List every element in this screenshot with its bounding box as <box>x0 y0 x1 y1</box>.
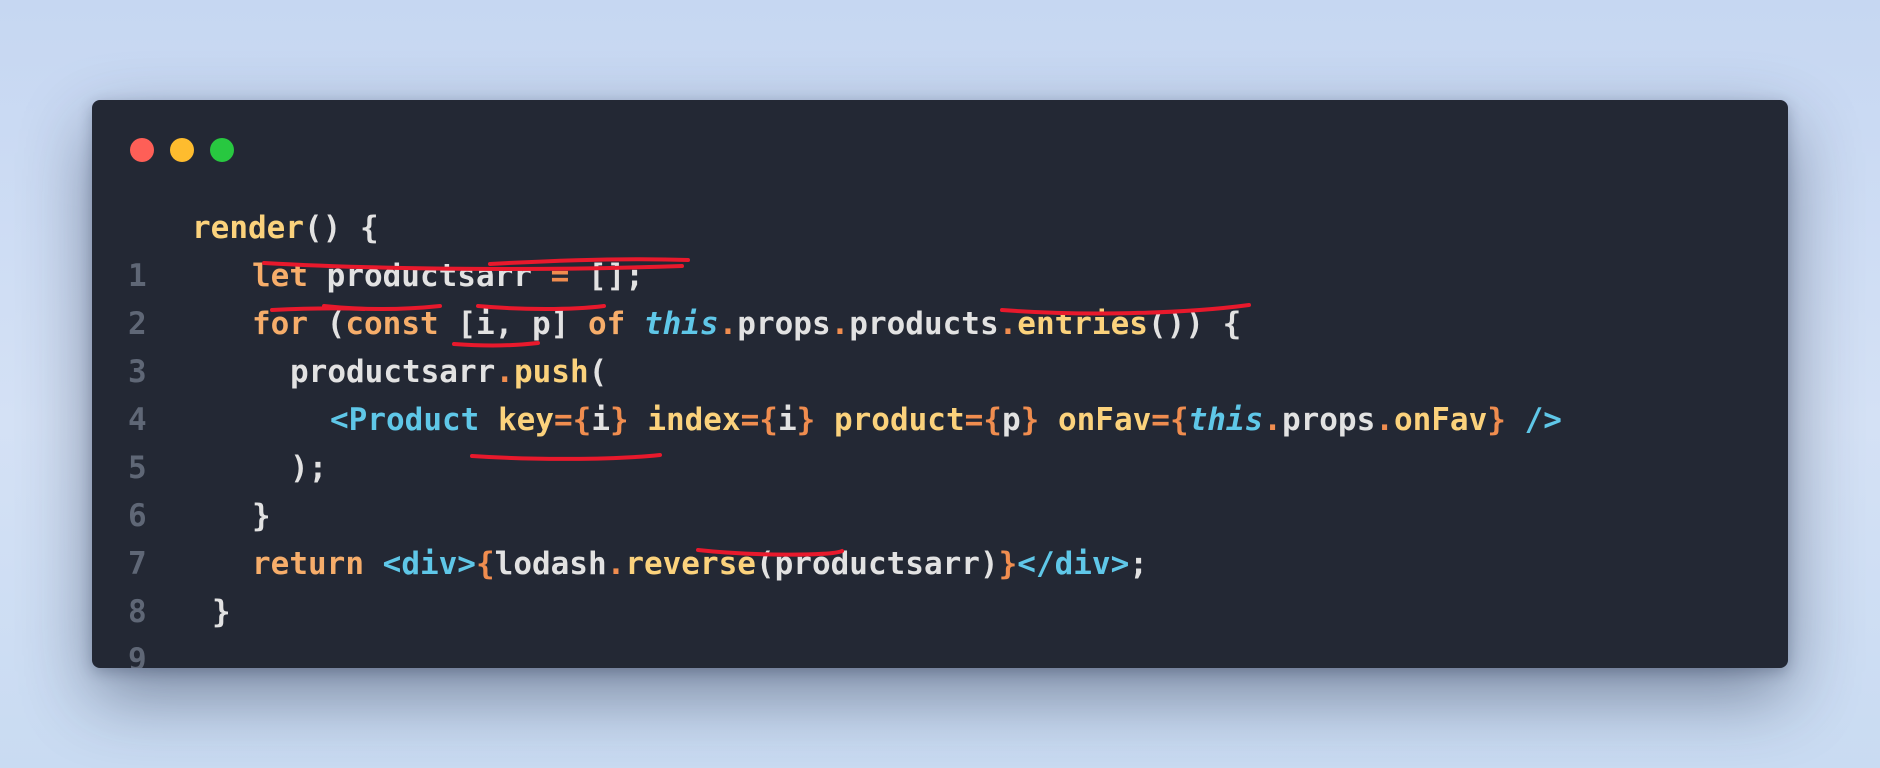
code-window: 1 render() { 2 let productsarr = []; 3 f… <box>92 100 1788 668</box>
code-token: push <box>513 354 589 390</box>
code-token: } <box>609 402 648 438</box>
code-token: p <box>1001 402 1021 438</box>
code-token: } <box>998 546 1018 582</box>
code-line: 2 let productsarr = []; <box>92 252 1788 342</box>
code-token: const <box>345 306 458 342</box>
code-token: onFav <box>1057 402 1152 438</box>
code-token: productsarr <box>326 258 551 294</box>
code-token: reverse <box>625 546 756 582</box>
maximize-dot-icon[interactable] <box>210 138 234 162</box>
code-token: } <box>796 402 834 438</box>
code-token: this <box>643 306 719 342</box>
line-content: let productsarr = []; <box>252 252 644 300</box>
code-line: 1 render() { <box>92 204 1788 294</box>
code-token: product <box>833 402 965 438</box>
code-token: ()) { <box>1147 306 1242 342</box>
code-token: } <box>252 498 271 534</box>
code-token: i <box>777 402 797 438</box>
code-token: render <box>192 210 304 246</box>
code-block: 1 render() { 2 let productsarr = []; 3 f… <box>92 204 1788 668</box>
line-content: ); <box>290 444 327 492</box>
code-token: []; <box>587 258 644 294</box>
code-token: () { <box>303 210 379 246</box>
code-token: } <box>212 594 231 630</box>
code-token: products <box>849 306 999 342</box>
line-content: for (const [i, p] of this.props.products… <box>252 300 1241 348</box>
code-line: 3 for (const [i, p] of this.props.produc… <box>92 300 1788 390</box>
code-token: . <box>1375 402 1394 438</box>
code-token: return <box>252 546 383 582</box>
code-token: . <box>718 306 738 342</box>
code-line: 9 } <box>92 588 1788 668</box>
code-token: . <box>830 306 850 342</box>
code-token: props <box>737 306 831 342</box>
code-token: (productsarr) <box>755 546 999 582</box>
code-line: 6 ); <box>92 444 1788 534</box>
code-token: productsarr <box>290 354 496 390</box>
code-token: onFav <box>1393 402 1488 438</box>
code-token: <div> <box>382 546 476 582</box>
code-token: entries <box>1017 306 1148 342</box>
line-content: return <div>{lodash.reverse(productsarr)… <box>252 540 1148 588</box>
code-line: 7 } <box>92 492 1788 582</box>
code-line: 8 return <div>{lodash.reverse(productsar… <box>92 540 1788 630</box>
code-token: } <box>1487 402 1525 438</box>
line-content: render() { <box>192 204 379 252</box>
code-token: lodash <box>494 546 607 582</box>
close-dot-icon[interactable] <box>130 138 154 162</box>
code-token: key <box>497 402 554 438</box>
code-token: . <box>998 306 1018 342</box>
line-content: } <box>252 492 271 540</box>
code-token: ); <box>290 450 328 486</box>
line-number: 9 <box>128 642 147 668</box>
code-token: ( <box>326 306 346 342</box>
code-token: props <box>1281 402 1376 438</box>
code-token: this <box>1188 402 1264 438</box>
code-token: . <box>606 546 626 582</box>
code-token: ; <box>1129 546 1148 582</box>
code-token: ={ <box>964 402 1002 438</box>
code-token: . <box>495 354 514 390</box>
code-token: . <box>1263 402 1282 438</box>
code-token: [i, p] <box>457 306 588 342</box>
code-token: = <box>550 258 588 294</box>
code-token: </div> <box>1017 546 1130 582</box>
window-controls <box>130 138 234 162</box>
code-token: of <box>587 306 644 342</box>
line-content: } <box>212 588 231 636</box>
code-line: 4 productsarr.push( <box>92 348 1788 438</box>
minimize-dot-icon[interactable] <box>170 138 194 162</box>
code-token: ( <box>588 354 608 390</box>
code-token: } <box>1020 402 1058 438</box>
code-token: /> <box>1524 402 1562 438</box>
code-token: ={ <box>553 402 592 438</box>
code-token: let <box>252 258 327 294</box>
code-token: { <box>475 546 495 582</box>
code-token: index <box>647 402 741 438</box>
code-token: i <box>591 402 610 438</box>
line-content: productsarr.push( <box>290 348 607 396</box>
line-content: <Product key={i} index={i} product={p} o… <box>330 396 1562 444</box>
code-token: ={ <box>1151 402 1189 438</box>
code-token: ={ <box>740 402 778 438</box>
code-token: for <box>252 306 327 342</box>
code-line: 5 <Product key={i} index={i} product={p}… <box>92 396 1788 486</box>
code-token: <Product <box>330 402 498 438</box>
